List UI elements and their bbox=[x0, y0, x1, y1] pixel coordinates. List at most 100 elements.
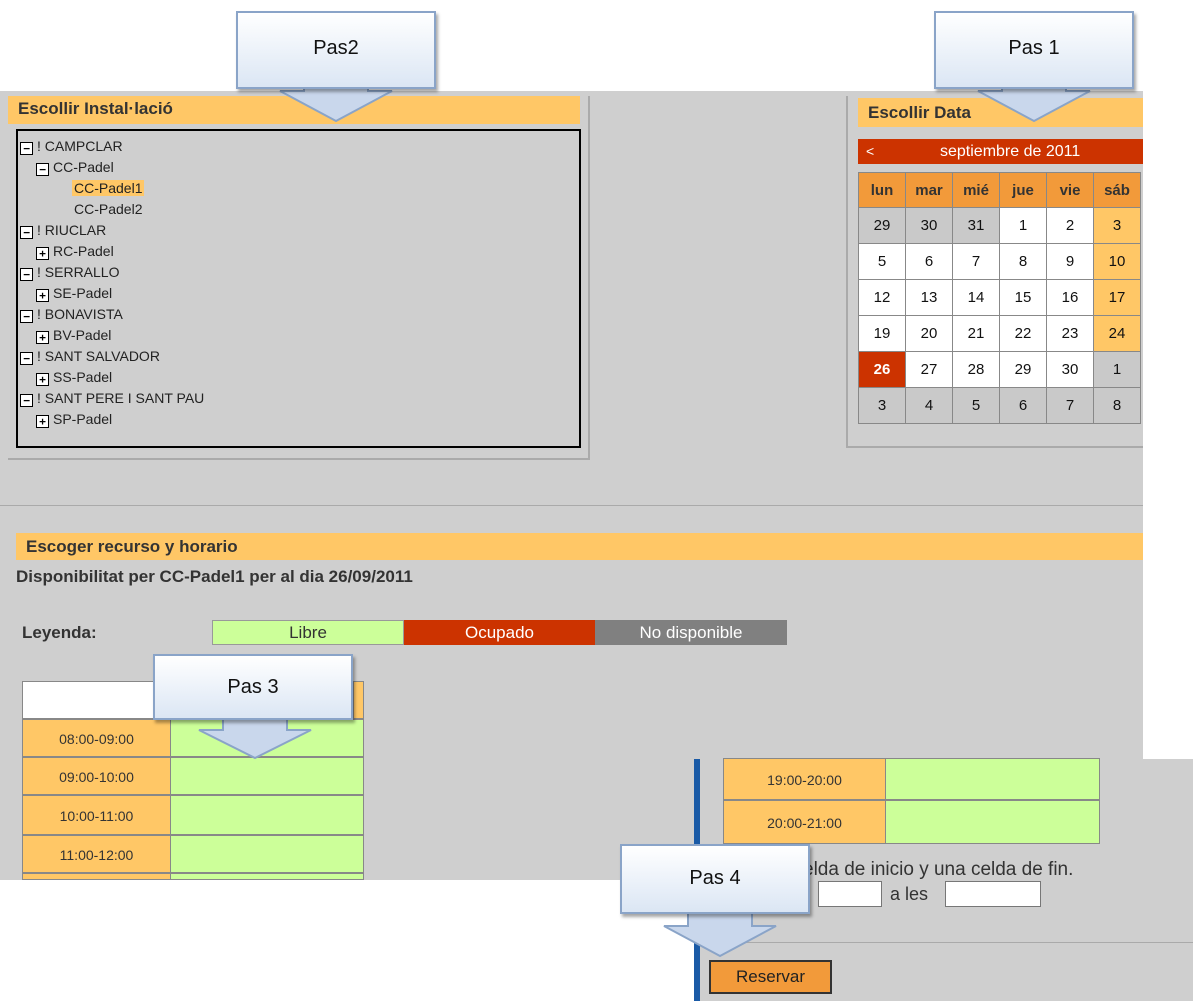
tree-node-label[interactable]: RC-Padel bbox=[53, 243, 114, 259]
tree-node-label[interactable]: ! CAMPCLAR bbox=[37, 138, 123, 154]
time-slot-cell[interactable] bbox=[170, 757, 364, 795]
tree-node-rc-padel[interactable]: + RC-Padel bbox=[36, 243, 114, 260]
calendar-day[interactable]: 24 bbox=[1093, 315, 1141, 352]
calendar-day[interactable]: 7 bbox=[1046, 387, 1094, 424]
tree-node-se-padel[interactable]: + SE-Padel bbox=[36, 285, 112, 302]
calendar-day[interactable]: 3 bbox=[858, 387, 906, 424]
tree-node-label[interactable]: ! SANT PERE I SANT PAU bbox=[37, 390, 204, 406]
tree-node-label[interactable]: CC-Padel bbox=[53, 159, 114, 175]
calendar-day[interactable]: 8 bbox=[1093, 387, 1141, 424]
time-slot-cell[interactable] bbox=[885, 800, 1100, 844]
expand-toggle-icon[interactable]: + bbox=[36, 331, 49, 344]
calendar-day[interactable]: 19 bbox=[858, 315, 906, 352]
tree-node-serrallo[interactable]: −! SERRALLO bbox=[20, 264, 119, 281]
calendar-day[interactable]: 1 bbox=[999, 207, 1047, 244]
collapse-toggle-icon[interactable]: − bbox=[36, 163, 49, 176]
legend-no-disponible-label: No disponible bbox=[639, 623, 743, 642]
expand-toggle-icon[interactable]: + bbox=[36, 373, 49, 386]
tree-node-label[interactable]: BV-Padel bbox=[53, 327, 111, 343]
calendar-day[interactable]: 29 bbox=[858, 207, 906, 244]
time-slot-cell[interactable] bbox=[170, 795, 364, 835]
calendar-day[interactable]: 20 bbox=[905, 315, 953, 352]
tree-node-label[interactable]: ! SANT SALVADOR bbox=[37, 348, 160, 364]
collapse-toggle-icon[interactable]: − bbox=[20, 268, 33, 281]
calendar-day[interactable]: 14 bbox=[952, 279, 1000, 316]
tree-node-riuclar[interactable]: −! RIUCLAR bbox=[20, 222, 106, 239]
calendar-day[interactable]: 5 bbox=[858, 243, 906, 280]
expand-toggle-icon[interactable]: + bbox=[36, 247, 49, 260]
calendar-day[interactable]: 28 bbox=[952, 351, 1000, 388]
calendar-day[interactable]: 16 bbox=[1046, 279, 1094, 316]
calendar-day[interactable]: 1 bbox=[1093, 351, 1141, 388]
legend-ocupado: Ocupado bbox=[404, 620, 595, 645]
calendar-day[interactable]: 17 bbox=[1093, 279, 1141, 316]
calendar-day[interactable]: 30 bbox=[905, 207, 953, 244]
tree-node-cc-padel[interactable]: − CC-Padel bbox=[36, 159, 114, 176]
time-slot-label: 20:00-21:00 bbox=[723, 800, 886, 844]
calendar-day[interactable]: 21 bbox=[952, 315, 1000, 352]
calendar-day[interactable]: 6 bbox=[905, 243, 953, 280]
collapse-toggle-icon[interactable]: − bbox=[20, 226, 33, 239]
tree-node-campclar[interactable]: −! CAMPCLAR bbox=[20, 138, 123, 155]
tree-node-label[interactable]: SE-Padel bbox=[53, 285, 112, 301]
calendar-day[interactable]: 30 bbox=[1046, 351, 1094, 388]
legend-no-disponible: No disponible bbox=[595, 620, 787, 645]
collapse-toggle-icon[interactable]: − bbox=[20, 352, 33, 365]
time-slot-cell[interactable] bbox=[170, 835, 364, 873]
calendar-day[interactable]: 29 bbox=[999, 351, 1047, 388]
time-slot-cell-partial[interactable] bbox=[170, 873, 364, 880]
tree-node-label[interactable]: SP-Padel bbox=[53, 411, 112, 427]
calendar-day[interactable]: 23 bbox=[1046, 315, 1094, 352]
calendar-day[interactable]: 9 bbox=[1046, 243, 1094, 280]
calendar-day-selected[interactable]: 26 bbox=[858, 351, 906, 388]
prev-month-link[interactable]: < bbox=[866, 143, 874, 159]
calendar-day[interactable]: 4 bbox=[905, 387, 953, 424]
calendar-day[interactable]: 13 bbox=[905, 279, 953, 316]
weekday-jue: jue bbox=[999, 172, 1047, 208]
collapse-toggle-icon[interactable]: − bbox=[20, 394, 33, 407]
callout-pas3-label: Pas 3 bbox=[153, 654, 353, 720]
collapse-toggle-icon[interactable]: − bbox=[20, 142, 33, 155]
tree-node-sant-pere[interactable]: −! SANT PERE I SANT PAU bbox=[20, 390, 204, 407]
calendar-day[interactable]: 31 bbox=[952, 207, 1000, 244]
tree-node-label[interactable]: ! RIUCLAR bbox=[37, 222, 106, 238]
calendar-day[interactable]: 5 bbox=[952, 387, 1000, 424]
end-time-input[interactable] bbox=[945, 881, 1041, 907]
calendar-day[interactable]: 15 bbox=[999, 279, 1047, 316]
weekday-lun: lun bbox=[858, 172, 906, 208]
calendar-day[interactable]: 6 bbox=[999, 387, 1047, 424]
collapse-toggle-icon[interactable]: − bbox=[20, 310, 33, 323]
tree-node-label[interactable]: SS-Padel bbox=[53, 369, 112, 385]
calendar-day[interactable]: 3 bbox=[1093, 207, 1141, 244]
reserve-button[interactable]: Reservar bbox=[709, 960, 832, 994]
start-time-input[interactable] bbox=[818, 881, 882, 907]
calendar-day[interactable]: 12 bbox=[858, 279, 906, 316]
legend-label: Leyenda: bbox=[22, 623, 97, 642]
tree-node-ss-padel[interactable]: + SS-Padel bbox=[36, 369, 112, 386]
calendar-day[interactable]: 27 bbox=[905, 351, 953, 388]
booking-instruction: elda de inicio y una celda de fin. bbox=[803, 859, 1074, 880]
calendar-day[interactable]: 7 bbox=[952, 243, 1000, 280]
tree-node-sant-salvador[interactable]: −! SANT SALVADOR bbox=[20, 348, 160, 365]
time-slot-cell[interactable] bbox=[885, 758, 1100, 800]
weekday-vie: vie bbox=[1046, 172, 1094, 208]
tree-node-bonavista[interactable]: −! BONAVISTA bbox=[20, 306, 123, 323]
calendar-day[interactable]: 8 bbox=[999, 243, 1047, 280]
tree-node-label[interactable]: ! SERRALLO bbox=[37, 264, 119, 280]
calendar-day[interactable]: 22 bbox=[999, 315, 1047, 352]
tree-node-bv-padel[interactable]: + BV-Padel bbox=[36, 327, 111, 344]
callout-pas4-label: Pas 4 bbox=[620, 844, 810, 914]
tree-node-cc-padel2[interactable]: CC-Padel2 bbox=[74, 201, 142, 217]
expand-toggle-icon[interactable]: + bbox=[36, 415, 49, 428]
callout-pas1: Pas 1 bbox=[934, 11, 1134, 123]
tree-node-cc-padel1[interactable]: CC-Padel1 bbox=[72, 180, 145, 196]
calendar-day[interactable]: 10 bbox=[1093, 243, 1141, 280]
tree-node-label-selected[interactable]: CC-Padel1 bbox=[72, 180, 145, 196]
tree-node-sp-padel[interactable]: + SP-Padel bbox=[36, 411, 112, 428]
time-slot-label: 11:00-12:00 bbox=[22, 835, 171, 873]
reserve-button-label[interactable]: Reservar bbox=[736, 967, 805, 986]
calendar-day[interactable]: 2 bbox=[1046, 207, 1094, 244]
tree-node-label[interactable]: CC-Padel2 bbox=[74, 201, 142, 217]
tree-node-label[interactable]: ! BONAVISTA bbox=[37, 306, 123, 322]
expand-toggle-icon[interactable]: + bbox=[36, 289, 49, 302]
